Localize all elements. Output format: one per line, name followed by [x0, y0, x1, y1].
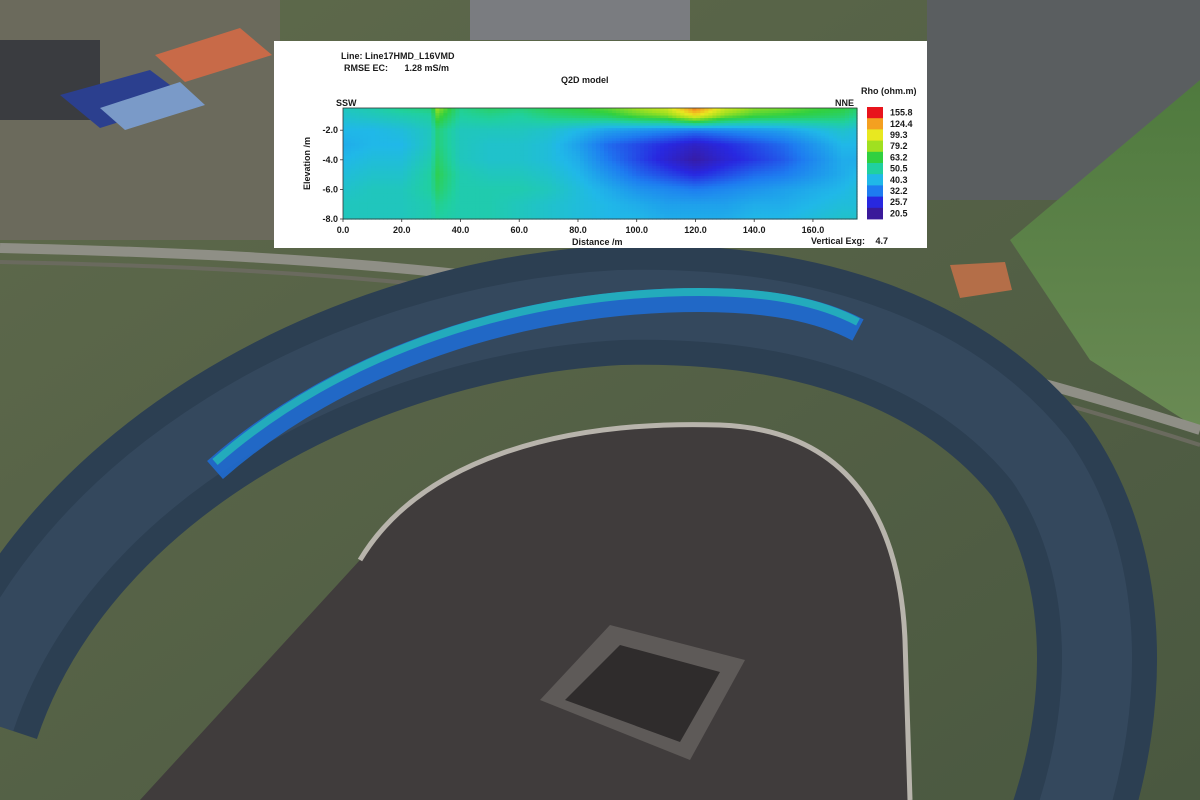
chart-svg: 0.0 20.0 40.0 60.0 80.0 100.0 120.0 140.0 160.0-… [302, 107, 913, 235]
building-roof-top [470, 0, 690, 40]
chart-panel: Line: Line17HMD_L16VMD RMSE EC: 1.28 mS/… [274, 41, 927, 248]
heatmap-layer [343, 108, 858, 220]
